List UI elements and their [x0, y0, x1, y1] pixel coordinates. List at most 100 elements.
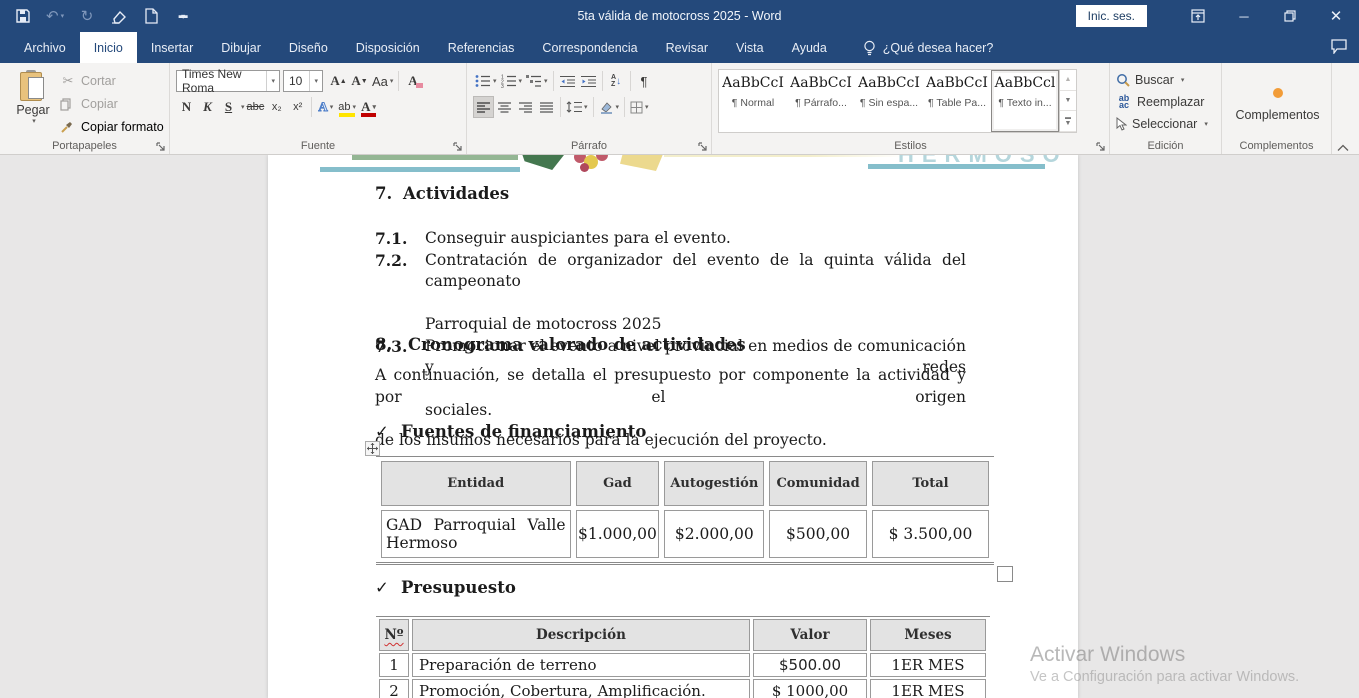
show-marks-button[interactable]: ¶ — [634, 70, 655, 92]
chevron-down-icon: ▾ — [32, 117, 36, 125]
find-button[interactable]: Buscar▾ — [1116, 69, 1217, 90]
copy-button[interactable]: Copiar — [60, 94, 164, 114]
tab-insertar[interactable]: Insertar — [137, 32, 207, 63]
align-center-button[interactable] — [494, 96, 515, 118]
tab-archivo[interactable]: Archivo — [10, 32, 80, 63]
underline-button[interactable]: S — [218, 96, 239, 118]
collapse-ribbon-icon[interactable] — [1337, 144, 1349, 152]
shrink-font-button[interactable]: A▼ — [349, 70, 370, 92]
italic-button[interactable]: K — [197, 96, 218, 118]
tab-dibujar[interactable]: Dibujar — [207, 32, 275, 63]
dialog-launcher-icon[interactable] — [156, 142, 166, 152]
borders-button[interactable]: ▾ — [628, 96, 651, 118]
minimize-button[interactable]: ─ — [1227, 0, 1261, 32]
replace-button[interactable]: abac Reemplazar — [1116, 91, 1217, 112]
group-label-estilos: Estilos — [712, 140, 1109, 152]
superscript-button[interactable]: x² — [287, 96, 308, 118]
tab-disposicion[interactable]: Disposición — [342, 32, 434, 63]
dialog-launcher-icon[interactable] — [698, 142, 708, 152]
feedback-icon[interactable] — [1331, 39, 1347, 54]
style-sin-espaciado[interactable]: AaBbCcI ¶ Sin espa... — [855, 70, 923, 132]
sign-in-button[interactable]: Inic. ses. — [1076, 5, 1147, 27]
group-estilos: AaBbCcI ¶ Normal AaBbCcI ¶ Párrafo... Aa… — [712, 63, 1110, 154]
tab-correspondencia[interactable]: Correspondencia — [528, 32, 651, 63]
tab-referencias[interactable]: Referencias — [434, 32, 529, 63]
style-normal[interactable]: AaBbCcI ¶ Normal — [719, 70, 787, 132]
table-header-row: Entidad Gad Autogestión Comunidad Total — [381, 461, 989, 506]
style-table-paragraph[interactable]: AaBbCcI ¶ Table Pa... — [923, 70, 991, 132]
tab-diseno[interactable]: Diseño — [275, 32, 342, 63]
lightbulb-icon — [863, 40, 876, 56]
document-canvas[interactable]: HERMOSO 7. Actividades 7.1. Conseguir au… — [0, 155, 1359, 698]
new-document-icon[interactable] — [142, 6, 160, 26]
save-icon[interactable] — [14, 6, 32, 26]
numbering-button[interactable]: 123▾ — [499, 70, 525, 92]
grow-font-label: A — [330, 73, 339, 89]
bullets-button[interactable]: ▾ — [473, 70, 499, 92]
customize-qat-icon[interactable]: ▬▾ — [174, 6, 192, 26]
highlight-button[interactable]: ab▾ — [336, 96, 358, 118]
close-button[interactable]: ✕ — [1319, 0, 1353, 32]
line-spacing-button[interactable]: ▾ — [564, 96, 590, 118]
justify-button[interactable] — [536, 96, 557, 118]
pilcrow-icon: ¶ — [641, 74, 648, 89]
text-effects-button[interactable]: A▾ — [315, 96, 336, 118]
eraser-icon[interactable] — [110, 6, 128, 26]
budget-table[interactable]: Nº Descripción Valor Meses 1 Preparación… — [376, 616, 990, 698]
tab-revisar[interactable]: Revisar — [652, 32, 722, 63]
strikethrough-button[interactable]: abc — [245, 96, 267, 118]
document-page[interactable]: HERMOSO 7. Actividades 7.1. Conseguir au… — [268, 155, 1078, 698]
bold-button[interactable]: N — [176, 96, 197, 118]
subscript-button[interactable]: x₂ — [266, 96, 287, 118]
group-label-portapapeles: Portapapeles — [0, 140, 169, 152]
heading-text: Presupuesto — [401, 578, 516, 597]
col-header-comunidad: Comunidad — [769, 461, 867, 506]
multilevel-list-button[interactable]: ▾ — [524, 70, 550, 92]
change-case-button[interactable]: Aa▾ — [370, 70, 395, 92]
font-size-combo[interactable]: 10▾ — [283, 70, 323, 92]
gallery-up-icon[interactable]: ▲ — [1060, 70, 1076, 91]
tab-ayuda[interactable]: Ayuda — [778, 32, 841, 63]
table-resize-handle[interactable] — [997, 566, 1013, 582]
dialog-launcher-icon[interactable] — [453, 142, 463, 152]
gallery-more-icon[interactable]: ▬▼ — [1060, 111, 1076, 132]
tab-inicio[interactable]: Inicio — [80, 32, 137, 63]
ribbon: Pegar ▾ ✂Cortar Copiar Copiar formato Po… — [0, 63, 1359, 155]
cell-text: Hermoso — [386, 534, 457, 552]
cut-button[interactable]: ✂Cortar — [60, 71, 164, 91]
dialog-launcher-icon[interactable] — [1096, 142, 1106, 152]
align-right-button[interactable] — [515, 96, 536, 118]
style-texto-independiente[interactable]: AaBbCcl ¶ Texto in... — [991, 70, 1059, 132]
tab-vista[interactable]: Vista — [722, 32, 778, 63]
heading-number: 8. — [375, 335, 408, 354]
sort-button[interactable]: AZ↓ — [606, 70, 627, 92]
increase-indent-button[interactable] — [578, 70, 599, 92]
gallery-down-icon[interactable]: ▼ — [1060, 91, 1076, 112]
svg-text:3: 3 — [501, 84, 504, 88]
cell-numero: 1 — [379, 653, 409, 677]
paste-button[interactable]: Pegar ▾ — [6, 68, 60, 137]
list-item-number: 7.1. — [375, 228, 425, 250]
select-button[interactable]: Seleccionar▾ — [1116, 113, 1217, 134]
redo-icon[interactable]: ↻ — [78, 6, 96, 26]
align-left-button[interactable] — [473, 96, 494, 118]
grow-font-button[interactable]: A▲ — [328, 70, 349, 92]
addins-button[interactable]: Complementos — [1228, 68, 1327, 137]
decrease-indent-button[interactable] — [557, 70, 578, 92]
style-parrafo[interactable]: AaBbCcI ¶ Párrafo... — [787, 70, 855, 132]
clear-formatting-button[interactable]: A — [402, 70, 423, 92]
ribbon-display-options-icon[interactable] — [1181, 0, 1215, 32]
funding-table[interactable]: Entidad Gad Autogestión Comunidad Total … — [376, 456, 994, 565]
list-item-number: 7.2. — [375, 250, 425, 336]
format-painter-button[interactable]: Copiar formato — [60, 117, 164, 137]
pilcrow-icon: ¶ — [732, 97, 738, 109]
table-move-handle[interactable] — [365, 441, 380, 456]
shading-button[interactable]: ▾ — [597, 96, 622, 118]
tell-me-box[interactable]: ¿Qué desea hacer? — [863, 32, 994, 63]
col-header-gad: Gad — [576, 461, 660, 506]
restore-button[interactable] — [1273, 0, 1307, 32]
list-item-text: Parroquial de motocross 2025 — [425, 314, 966, 336]
font-color-button[interactable]: A▾ — [358, 96, 379, 118]
font-name-combo[interactable]: Times New Roma▾ — [176, 70, 280, 92]
undo-icon[interactable]: ↶▾ — [46, 6, 64, 26]
